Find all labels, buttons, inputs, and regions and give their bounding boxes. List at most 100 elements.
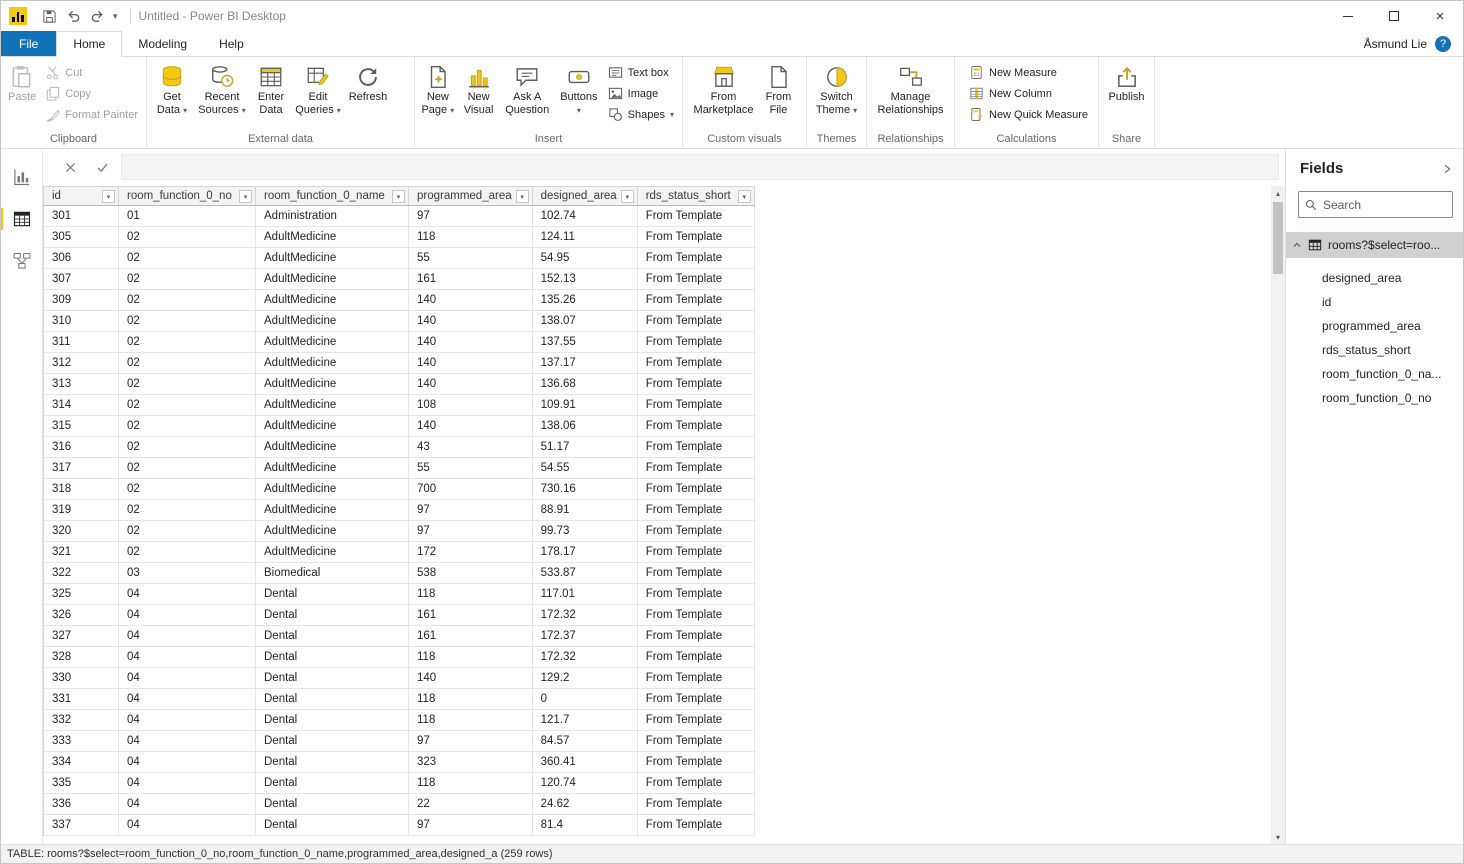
column-header[interactable]: programmed_area▾ <box>409 187 533 206</box>
table-cell[interactable]: 310 <box>44 311 119 332</box>
formula-cancel-button[interactable] <box>57 154 83 180</box>
table-cell[interactable]: 333 <box>44 731 119 752</box>
table-cell[interactable]: 172.32 <box>532 647 637 668</box>
table-cell[interactable]: Dental <box>256 773 409 794</box>
table-cell[interactable]: 102.74 <box>532 206 637 227</box>
from-marketplace-button[interactable]: From Marketplace <box>691 60 757 121</box>
table-cell[interactable]: AdultMedicine <box>256 458 409 479</box>
table-cell[interactable]: 02 <box>119 458 256 479</box>
table-cell[interactable]: From Template <box>637 395 754 416</box>
table-cell[interactable]: 118 <box>409 773 533 794</box>
text-box-button[interactable]: Text box <box>604 62 678 83</box>
table-cell[interactable]: From Template <box>637 206 754 227</box>
table-cell[interactable]: 305 <box>44 227 119 248</box>
table-cell[interactable]: 315 <box>44 416 119 437</box>
table-cell[interactable]: AdultMedicine <box>256 416 409 437</box>
table-cell[interactable]: Administration <box>256 206 409 227</box>
table-cell[interactable]: 04 <box>119 584 256 605</box>
table-cell[interactable]: Dental <box>256 731 409 752</box>
table-cell[interactable]: 538 <box>409 563 533 584</box>
table-cell[interactable]: 02 <box>119 521 256 542</box>
table-cell[interactable]: 24.62 <box>532 794 637 815</box>
table-cell[interactable]: 312 <box>44 353 119 374</box>
table-cell[interactable]: From Template <box>637 584 754 605</box>
table-cell[interactable]: From Template <box>637 605 754 626</box>
table-cell[interactable]: 314 <box>44 395 119 416</box>
table-cell[interactable]: 02 <box>119 395 256 416</box>
image-button[interactable]: Image <box>604 83 678 104</box>
new-measure-button[interactable]: New Measure <box>965 62 1092 83</box>
table-cell[interactable]: From Template <box>637 500 754 521</box>
table-cell[interactable]: Biomedical <box>256 563 409 584</box>
column-header[interactable]: id▾ <box>44 187 119 206</box>
table-cell[interactable]: 03 <box>119 563 256 584</box>
field-item[interactable]: room_function_0_no <box>1286 386 1463 410</box>
table-cell[interactable]: 97 <box>409 815 533 836</box>
field-item[interactable]: room_function_0_na... <box>1286 362 1463 386</box>
table-cell[interactable]: 02 <box>119 311 256 332</box>
fields-table-item[interactable]: rooms?$select=roo... <box>1286 232 1463 258</box>
table-cell[interactable]: Dental <box>256 584 409 605</box>
quick-access-dropdown-icon[interactable]: ▾ <box>109 11 122 22</box>
vertical-scrollbar[interactable]: ▴ ▾ <box>1271 186 1285 844</box>
table-cell[interactable]: 02 <box>119 500 256 521</box>
help-icon[interactable]: ? <box>1435 36 1451 52</box>
table-cell[interactable]: 04 <box>119 710 256 731</box>
table-cell[interactable]: 334 <box>44 752 119 773</box>
table-cell[interactable]: 316 <box>44 437 119 458</box>
table-cell[interactable]: From Template <box>637 689 754 710</box>
buttons-button[interactable]: Buttons ▾ <box>556 60 602 121</box>
table-cell[interactable]: 0 <box>532 689 637 710</box>
table-cell[interactable]: From Template <box>637 290 754 311</box>
table-cell[interactable]: 117.01 <box>532 584 637 605</box>
table-cell[interactable]: 327 <box>44 626 119 647</box>
table-cell[interactable]: 22 <box>409 794 533 815</box>
recent-sources-button[interactable]: Recent Sources ▾ <box>195 60 249 121</box>
table-cell[interactable]: 730.16 <box>532 479 637 500</box>
report-view-button[interactable] <box>7 162 37 192</box>
cut-button[interactable]: Cut <box>41 62 142 83</box>
table-cell[interactable]: 118 <box>409 689 533 710</box>
table-cell[interactable]: AdultMedicine <box>256 227 409 248</box>
tab-modeling[interactable]: Modeling <box>122 31 203 56</box>
table-cell[interactable]: 88.91 <box>532 500 637 521</box>
table-cell[interactable]: From Template <box>637 479 754 500</box>
table-cell[interactable]: 140 <box>409 416 533 437</box>
table-cell[interactable]: From Template <box>637 794 754 815</box>
table-cell[interactable]: From Template <box>637 437 754 458</box>
table-cell[interactable]: 140 <box>409 668 533 689</box>
table-cell[interactable]: 326 <box>44 605 119 626</box>
table-cell[interactable]: 322 <box>44 563 119 584</box>
field-item[interactable]: designed_area <box>1286 266 1463 290</box>
table-cell[interactable]: 02 <box>119 353 256 374</box>
table-cell[interactable]: 328 <box>44 647 119 668</box>
new-column-button[interactable]: New Column <box>965 83 1092 104</box>
table-cell[interactable]: 137.55 <box>532 332 637 353</box>
table-cell[interactable]: Dental <box>256 647 409 668</box>
table-cell[interactable]: From Template <box>637 563 754 584</box>
table-cell[interactable]: 04 <box>119 773 256 794</box>
table-cell[interactable]: Dental <box>256 815 409 836</box>
table-cell[interactable]: 135.26 <box>532 290 637 311</box>
table-cell[interactable]: 138.06 <box>532 416 637 437</box>
close-button[interactable]: × <box>1417 1 1463 31</box>
table-cell[interactable]: 129.2 <box>532 668 637 689</box>
new-quick-measure-button[interactable]: New Quick Measure <box>965 104 1092 125</box>
table-cell[interactable]: 321 <box>44 542 119 563</box>
switch-theme-button[interactable]: Switch Theme ▾ <box>813 60 861 121</box>
table-cell[interactable]: AdultMedicine <box>256 374 409 395</box>
scroll-up-icon[interactable]: ▴ <box>1271 186 1285 200</box>
enter-data-button[interactable]: Enter Data <box>251 60 291 121</box>
table-cell[interactable]: 301 <box>44 206 119 227</box>
paste-button[interactable]: Paste <box>5 60 39 108</box>
table-cell[interactable]: 140 <box>409 290 533 311</box>
table-cell[interactable]: 307 <box>44 269 119 290</box>
table-cell[interactable]: 323 <box>409 752 533 773</box>
table-cell[interactable]: From Template <box>637 311 754 332</box>
table-cell[interactable]: From Template <box>637 773 754 794</box>
model-view-button[interactable] <box>7 246 37 276</box>
table-cell[interactable]: 320 <box>44 521 119 542</box>
table-cell[interactable]: 97 <box>409 500 533 521</box>
table-cell[interactable]: 332 <box>44 710 119 731</box>
table-cell[interactable]: 311 <box>44 332 119 353</box>
